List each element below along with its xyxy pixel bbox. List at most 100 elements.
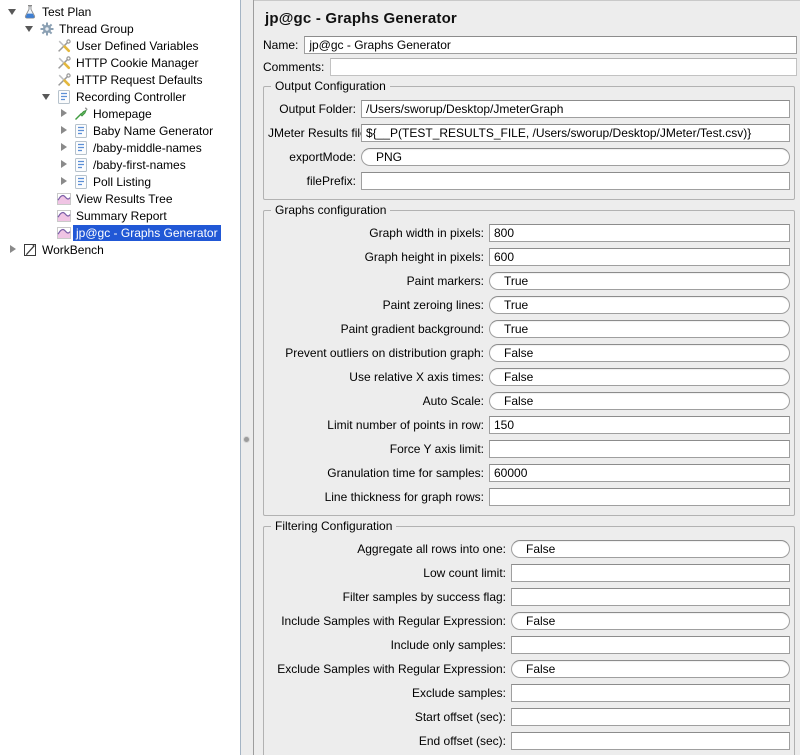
tree-item-summary-report[interactable]: Summary Report — [0, 207, 240, 224]
exclude-samples-with-regular-expression-combo[interactable]: False — [511, 660, 790, 678]
field-label: Use relative X axis times: — [349, 370, 484, 384]
comments-row: Comments: — [263, 58, 797, 76]
field-label: Exclude Samples with Regular Expression: — [277, 662, 506, 676]
tree-item-baby-middle-names[interactable]: /baby-middle-names — [0, 139, 240, 156]
prevent-outliers-on-distribution-graph-combo[interactable]: False — [489, 344, 790, 362]
tree-item-poll-listing[interactable]: Poll Listing — [0, 173, 240, 190]
controller-icon — [73, 140, 89, 156]
auto-scale-combo[interactable]: False — [489, 392, 790, 410]
chevron-right-icon[interactable] — [55, 139, 73, 156]
chevron-right-icon[interactable] — [55, 156, 73, 173]
field-label: Aggregate all rows into one: — [357, 542, 506, 556]
form-row-use-relative-x-axis-times: Use relative X axis times: False — [268, 366, 790, 388]
tree-item-thread-group[interactable]: Thread Group — [0, 20, 240, 37]
form-row-exclude-samples: Exclude samples: — [268, 682, 790, 704]
form-row-include-samples-with-regular-expression: Include Samples with Regular Expression:… — [268, 610, 790, 632]
field-label: Paint gradient background: — [340, 322, 484, 336]
field-label: Limit number of points in row: — [327, 418, 484, 432]
filter-samples-by-success-flag-field[interactable] — [511, 588, 790, 606]
group-title: Filtering Configuration — [271, 519, 397, 533]
group-output-configuration: Output Configuration Output Folder: JMeter… — [263, 79, 795, 200]
end-offset-sec-field[interactable] — [511, 732, 790, 750]
tree-item-jp-gc-graphs-generator[interactable]: jp@gc - Graphs Generator — [0, 224, 240, 241]
chevron-right-icon[interactable] — [55, 173, 73, 190]
graph-height-in-pixels-field[interactable] — [489, 248, 790, 266]
workbench-icon — [22, 242, 38, 258]
low-count-limit-field[interactable] — [511, 564, 790, 582]
tree-item-label: HTTP Request Defaults — [76, 72, 203, 87]
exclude-samples-field[interactable] — [511, 684, 790, 702]
chart-icon — [56, 208, 72, 224]
paint-zeroing-lines-combo[interactable]: True — [489, 296, 790, 314]
tree-item-label: Summary Report — [76, 208, 167, 223]
field-label: JMeter Results file: — [268, 126, 371, 140]
field-label: Exclude samples: — [411, 686, 506, 700]
form-row-granulation-time-for-samples: Granulation time for samples: — [268, 462, 790, 484]
group-graphs-configuration: Graphs configuration Graph width in pixel… — [263, 203, 795, 516]
tree-item-http-request-defaults[interactable]: HTTP Request Defaults — [0, 71, 240, 88]
form-row-filter-samples-by-success-flag: Filter samples by success flag: — [268, 586, 790, 608]
paint-gradient-background-combo[interactable]: True — [489, 320, 790, 338]
field-label: Paint markers: — [406, 274, 484, 288]
test-plan-tree: Test Plan Thread Group User Defined Variab… — [0, 0, 240, 755]
tree-item-label: jp@gc - Graphs Generator — [73, 224, 221, 241]
jmeter-results-file-field[interactable] — [361, 124, 790, 142]
chevron-down-icon[interactable] — [38, 88, 56, 105]
tree-item-label: Homepage — [93, 106, 152, 121]
line-thickness-for-graph-rows-field[interactable] — [489, 488, 790, 506]
start-offset-sec-field[interactable] — [511, 708, 790, 726]
output-folder-field[interactable] — [361, 100, 790, 118]
name-label: Name: — [263, 38, 299, 52]
form-row-limit-number-of-points-in-row: Limit number of points in row: — [268, 414, 790, 436]
granulation-time-for-samples-field[interactable] — [489, 464, 790, 482]
tree-item-label: WorkBench — [42, 242, 104, 257]
tree-item-user-defined-variables[interactable]: User Defined Variables — [0, 37, 240, 54]
group-title: Graphs configuration — [271, 203, 391, 217]
comments-label: Comments: — [263, 60, 325, 74]
limit-number-of-points-in-row-field[interactable] — [489, 416, 790, 434]
tree-item-workbench[interactable]: WorkBench — [0, 241, 240, 258]
tree-item-recording-controller[interactable]: Recording Controller — [0, 88, 240, 105]
form-row-paint-markers: Paint markers: True — [268, 270, 790, 292]
tree-item-baby-name-generator[interactable]: Baby Name Generator — [0, 122, 240, 139]
controller-icon — [73, 174, 89, 190]
name-field[interactable] — [304, 36, 797, 54]
tree-item-label: Recording Controller — [76, 89, 187, 104]
chevron-down-icon[interactable] — [21, 20, 39, 37]
form-row-prevent-outliers-on-distribution-graph: Prevent outliers on distribution graph: F… — [268, 342, 790, 364]
chevron-down-icon[interactable] — [4, 3, 22, 20]
tree-item-test-plan[interactable]: Test Plan — [0, 3, 240, 20]
crossed-tools-icon — [56, 38, 72, 54]
chevron-right-icon[interactable] — [55, 122, 73, 139]
paint-markers-combo[interactable]: True — [489, 272, 790, 290]
include-samples-with-regular-expression-combo[interactable]: False — [511, 612, 790, 630]
crossed-tools-icon — [56, 55, 72, 71]
field-label: Filter samples by success flag: — [342, 590, 506, 604]
tree-item-homepage[interactable]: Homepage — [0, 105, 240, 122]
field-label: Line thickness for graph rows: — [324, 490, 484, 504]
force-y-axis-limit-field[interactable] — [489, 440, 790, 458]
graph-width-in-pixels-field[interactable] — [489, 224, 790, 242]
aggregate-all-rows-into-one-combo[interactable]: False — [511, 540, 790, 558]
field-label: Graph height in pixels: — [364, 250, 484, 264]
group-filtering-configuration: Filtering Configuration Aggregate all row… — [263, 519, 795, 755]
field-label: Auto Scale: — [422, 394, 484, 408]
divider-grip-icon — [244, 437, 249, 442]
split-pane-divider[interactable] — [240, 0, 254, 755]
include-only-samples-field[interactable] — [511, 636, 790, 654]
form-row-paint-gradient-background: Paint gradient background: True — [268, 318, 790, 340]
chevron-right-icon[interactable] — [55, 105, 73, 122]
form-row-output-folder: Output Folder: — [268, 98, 790, 120]
tree-item-baby-first-names[interactable]: /baby-first-names — [0, 156, 240, 173]
exportmode-combo[interactable]: PNG — [361, 148, 790, 166]
fileprefix-field[interactable] — [361, 172, 790, 190]
field-label: exportMode: — [289, 150, 356, 164]
form-row-graph-width-in-pixels: Graph width in pixels: — [268, 222, 790, 244]
chevron-right-icon[interactable] — [4, 241, 22, 258]
tree-item-view-results-tree[interactable]: View Results Tree — [0, 190, 240, 207]
tree-item-http-cookie-manager[interactable]: HTTP Cookie Manager — [0, 54, 240, 71]
use-relative-x-axis-times-combo[interactable]: False — [489, 368, 790, 386]
comments-field[interactable] — [330, 58, 797, 76]
